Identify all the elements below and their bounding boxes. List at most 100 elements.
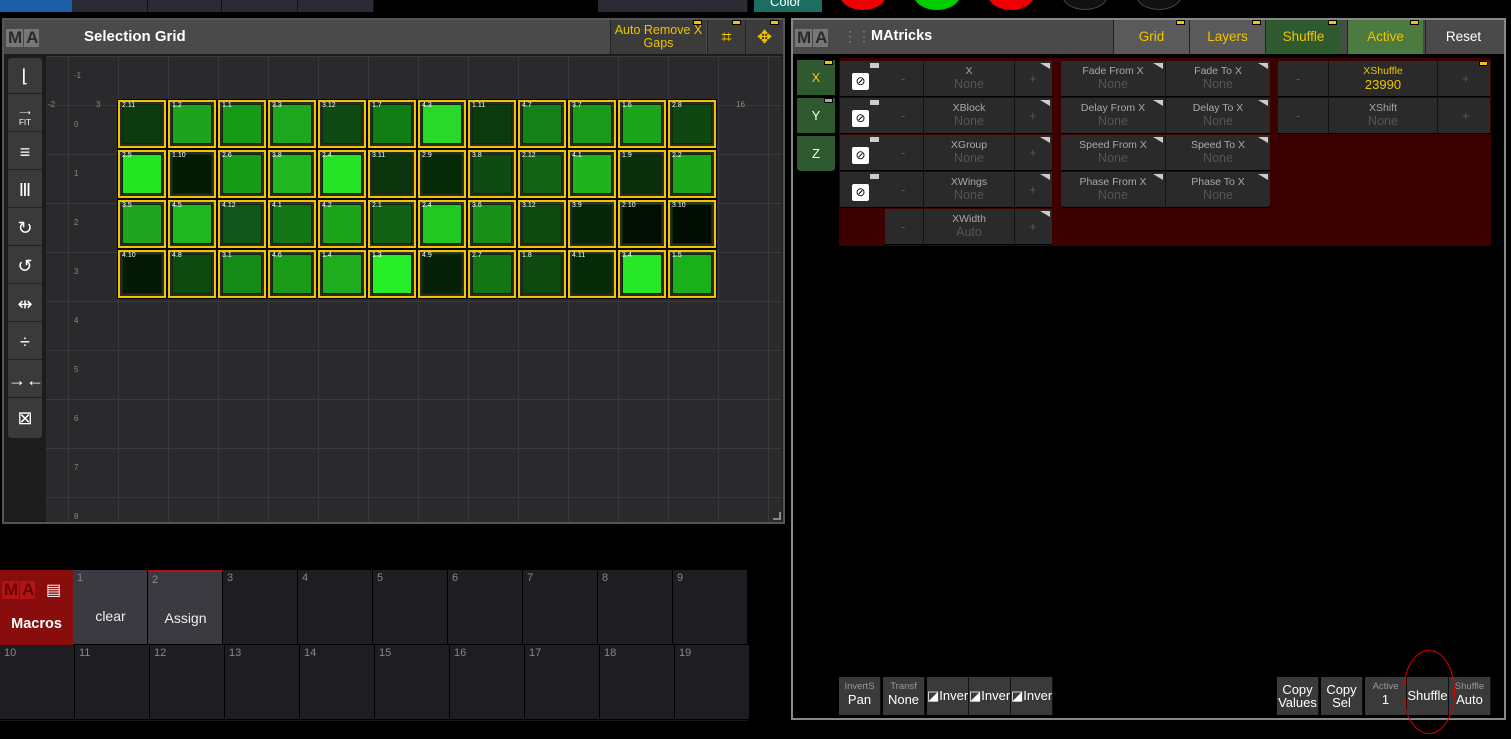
grid-fixture-cell[interactable]: 1.10 xyxy=(167,149,217,199)
ma-logo[interactable]: MA xyxy=(795,28,829,48)
grid-fixture-cell[interactable]: 3.4 xyxy=(617,249,667,299)
grid-fixture-cell[interactable]: 3.12 xyxy=(317,99,367,149)
invert-pan-button[interactable]: InvertS Pan xyxy=(839,677,881,715)
grid-settings-button[interactable]: ⌗ xyxy=(707,20,745,54)
fade-param-field[interactable]: Delay From X None xyxy=(1061,98,1165,134)
param-field[interactable]: XWidth Auto xyxy=(923,209,1015,245)
plus-button[interactable]: + xyxy=(1029,71,1037,86)
invert-toggle-icon[interactable]: ⊘ xyxy=(852,184,869,201)
fade-param-field[interactable]: Phase From X None xyxy=(1061,172,1165,208)
plus-button[interactable]: + xyxy=(1029,108,1037,123)
macro-slot[interactable]: 17 xyxy=(525,645,600,720)
active-index-button[interactable]: Active 1 xyxy=(1365,677,1407,715)
reset-button[interactable]: Reset xyxy=(1425,20,1501,54)
fit-tool[interactable]: ⟶ FIT xyxy=(8,96,42,132)
param-field[interactable]: XBlock None xyxy=(923,98,1015,134)
columns-tool[interactable]: Ⅲ xyxy=(8,172,42,208)
compress-tool[interactable]: →← xyxy=(8,362,44,398)
macro-slot[interactable]: 13 xyxy=(225,645,300,720)
active-toggle[interactable]: Active xyxy=(1347,20,1423,54)
grid-fixture-cell[interactable]: 1.11 xyxy=(467,99,517,149)
grid-fixture-cell[interactable]: 1.2 xyxy=(167,99,217,149)
grid-fixture-cell[interactable]: 1.4 xyxy=(317,249,367,299)
invert-toggle-icon[interactable]: ⊘ xyxy=(852,147,869,164)
grid-fixture-cell[interactable]: 4.7 xyxy=(517,99,567,149)
minus-button[interactable]: - xyxy=(901,145,905,160)
grid-fixture-cell[interactable]: 3.9 xyxy=(567,199,617,249)
fade-param-field[interactable]: Fade To X None xyxy=(1166,61,1270,97)
grid-fixture-cell[interactable]: 1.8 xyxy=(517,249,567,299)
transform-button[interactable]: Transf None xyxy=(883,677,925,715)
grid-fixture-cell[interactable]: 2.1 xyxy=(367,199,417,249)
param-field[interactable]: X None xyxy=(923,61,1015,97)
plus-button[interactable]: + xyxy=(1462,71,1470,86)
grid-fixture-cell[interactable]: 2.4 xyxy=(317,149,367,199)
top-bar-cell[interactable] xyxy=(72,0,148,12)
top-bar-cell[interactable] xyxy=(298,0,374,12)
plus-button[interactable]: + xyxy=(1462,108,1470,123)
grid-fixture-cell[interactable]: 3.1 xyxy=(217,249,267,299)
grid-fixture-cell[interactable]: 3.5 xyxy=(117,199,167,249)
xshift-field[interactable]: XShift None xyxy=(1328,98,1438,134)
macro-slot[interactable]: 4 xyxy=(298,570,373,645)
macro-slot[interactable]: 14 xyxy=(300,645,375,720)
color-swatch[interactable] xyxy=(1062,0,1108,10)
color-tab[interactable]: Color xyxy=(754,0,822,12)
grid-fixture-cell[interactable]: 2.9 xyxy=(417,149,467,199)
macro-slot[interactable]: 12 xyxy=(150,645,225,720)
invert-button[interactable]: ◪Inver xyxy=(1011,677,1053,715)
macro-slot[interactable]: 5 xyxy=(373,570,448,645)
grid-fixture-cell[interactable]: 3.10 xyxy=(667,199,717,249)
macro-slot[interactable]: 1 clear xyxy=(73,570,148,645)
top-bar-cell[interactable] xyxy=(222,0,298,12)
auto-remove-gaps-button[interactable]: Auto Remove X Gaps xyxy=(610,20,706,54)
macro-slot[interactable]: 2 Assign xyxy=(148,570,223,645)
top-bar-cell[interactable] xyxy=(148,0,222,12)
resize-handle[interactable] xyxy=(773,512,781,520)
grid-fixture-cell[interactable]: 4.3 xyxy=(417,99,467,149)
macro-slot[interactable]: 15 xyxy=(375,645,450,720)
grid-fixture-cell[interactable]: 2.8 xyxy=(667,99,717,149)
rotate-cw-tool[interactable]: ↻ xyxy=(8,210,42,246)
grid-fixture-cell[interactable]: 4.1 xyxy=(567,149,617,199)
copy-selection-button[interactable]: Copy Sel xyxy=(1321,677,1363,715)
ma-logo[interactable]: MA xyxy=(6,28,40,48)
tab-grid[interactable]: Grid xyxy=(1113,20,1189,54)
macros-header[interactable]: MA ▤ Macros xyxy=(0,570,73,645)
axis-y-button[interactable]: Y xyxy=(797,98,835,134)
tab-shuffle[interactable]: Shuffle xyxy=(1265,20,1341,54)
grid-fixture-cell[interactable]: 4.2 xyxy=(317,199,367,249)
grid-fixture-cell[interactable]: 2.12 xyxy=(517,149,567,199)
color-swatch[interactable] xyxy=(914,0,960,10)
fade-param-field[interactable]: Speed From X None xyxy=(1061,135,1165,171)
plus-button[interactable]: + xyxy=(1029,219,1037,234)
grid-fixture-cell[interactable]: 3.8 xyxy=(467,149,517,199)
grid-fixture-cell[interactable]: 4.10 xyxy=(117,249,167,299)
grid-fixture-cell[interactable]: 1.1 xyxy=(217,99,267,149)
xshuffle-field[interactable]: XShuffle 23990 xyxy=(1328,61,1438,97)
grid-fixture-cell[interactable]: 3.11 xyxy=(367,149,417,199)
minus-button[interactable]: - xyxy=(901,219,905,234)
grid-fixture-cell[interactable]: 3.8 xyxy=(267,149,317,199)
align-tool[interactable]: ⌊ xyxy=(8,58,42,94)
grid-fixture-cell[interactable]: 2.2 xyxy=(667,149,717,199)
invert-toggle-icon[interactable]: ⊘ xyxy=(852,73,869,90)
copy-values-button[interactable]: Copy Values xyxy=(1277,677,1319,715)
minus-button[interactable]: - xyxy=(901,182,905,197)
color-swatch[interactable] xyxy=(1136,0,1182,10)
grid-fixture-cell[interactable]: 2.11 xyxy=(117,99,167,149)
grid-fixture-cell[interactable]: 4.5 xyxy=(167,199,217,249)
shuffle-mode-button[interactable]: Shuffle Auto xyxy=(1449,677,1491,715)
mirror-y-tool[interactable]: ÷ xyxy=(8,324,42,360)
grid-fixture-cell[interactable]: 4.11 xyxy=(567,249,617,299)
rotate-ccw-tool[interactable]: ↺ xyxy=(8,248,42,284)
grid-fixture-cell[interactable]: 4.9 xyxy=(417,249,467,299)
grid-fixture-cell[interactable]: 2.5 xyxy=(117,149,167,199)
invert-toggle-icon[interactable]: ⊘ xyxy=(852,110,869,127)
plus-button[interactable]: + xyxy=(1029,145,1037,160)
grid-fixture-cell[interactable]: 1.6 xyxy=(617,99,667,149)
macro-slot[interactable]: 19 xyxy=(675,645,750,720)
grid-fixture-cell[interactable]: 1.9 xyxy=(617,149,667,199)
top-bar-cell[interactable] xyxy=(598,0,748,12)
invert-button[interactable]: ◪Inver xyxy=(927,677,969,715)
